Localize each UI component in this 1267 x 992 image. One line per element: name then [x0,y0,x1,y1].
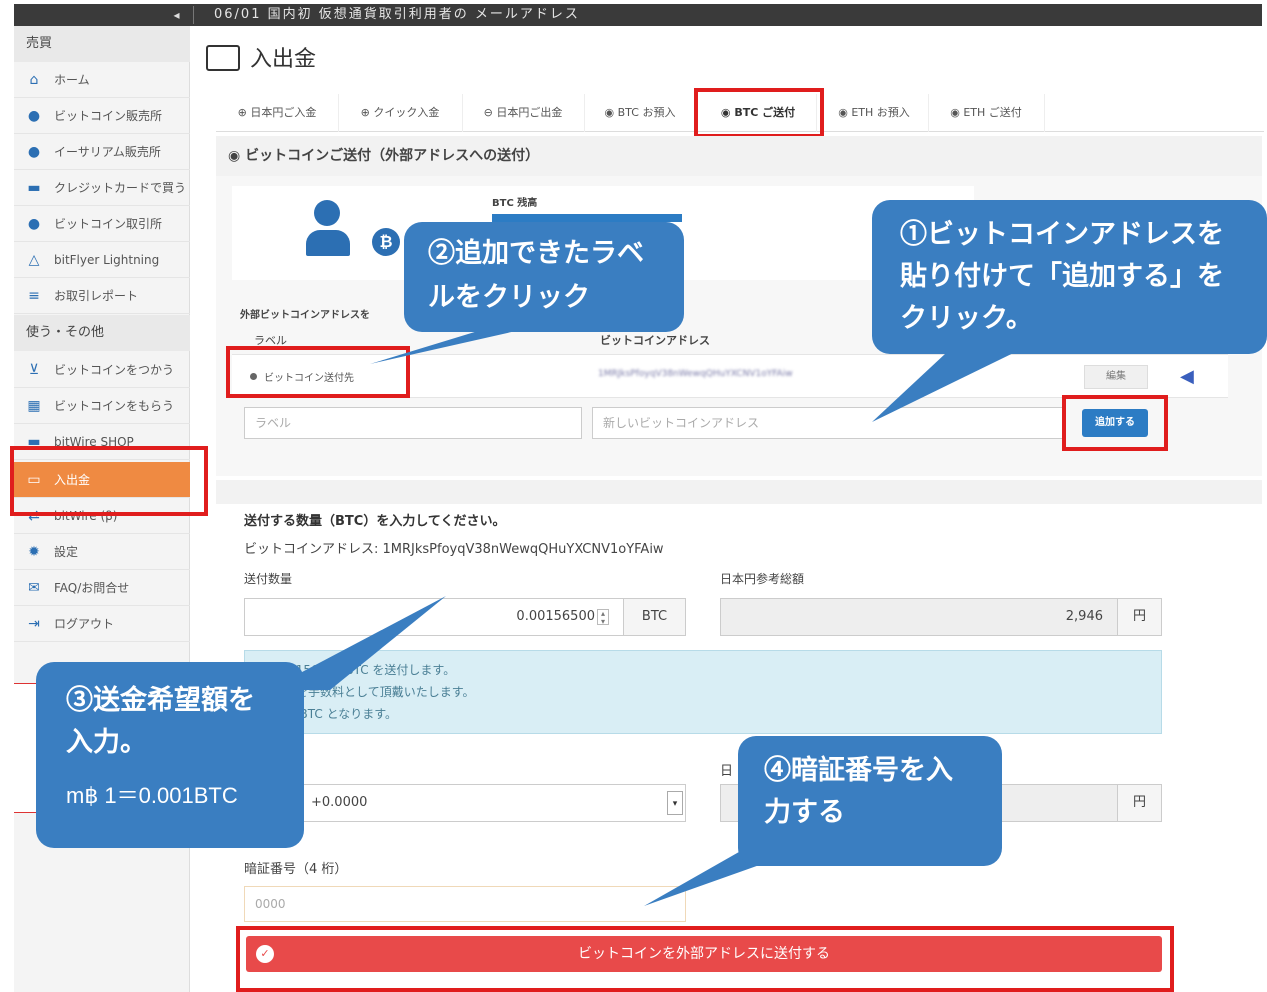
callout-3-text: ③送金希望額を入力。 [66,685,255,758]
callout-click-label: ②追加できたラベルをクリック [404,222,684,332]
callout-enter-pin: ④暗証番号を入力する [738,736,1002,866]
callout-3-note: m฿ 1＝0.001BTC [66,783,238,808]
callout-paste-address: ①ビットコインアドレスを貼り付けて「追加する」をクリック。 [872,200,1267,354]
callout-enter-amount: ③送金希望額を入力。 m฿ 1＝0.001BTC [36,662,304,848]
